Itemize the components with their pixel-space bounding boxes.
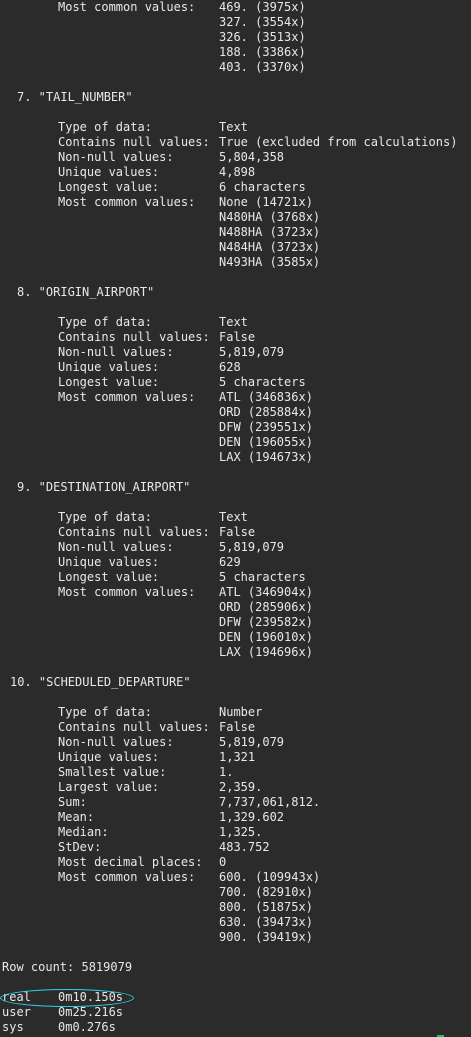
section-heading-destination-airport: 9. "DESTINATION_AIRPORT" — [17, 480, 191, 494]
sched-unique-value: 1,321 — [219, 750, 256, 764]
sched-mean-label: Mean: — [58, 810, 95, 824]
origin-unique-label: Unique values: — [58, 360, 160, 374]
tail-unique-value: 4,898 — [219, 165, 256, 179]
timing-user-label: user — [2, 1005, 31, 1019]
sched-stdev-value: 483.752 — [219, 840, 270, 854]
origin-longest-label: Longest value: — [58, 375, 160, 389]
origin-common-value-4: DEN (196055x) — [219, 435, 313, 449]
origin-type-value: Text — [219, 315, 248, 329]
sched-mean-value: 1,329.602 — [219, 810, 285, 824]
sched-decimal-label: Most decimal places: — [58, 855, 203, 869]
dest-common-label: Most common values: — [58, 585, 196, 599]
dest-unique-label: Unique values: — [58, 555, 160, 569]
tail-longest-value: 6 characters — [219, 180, 306, 194]
tail-null-value: True (excluded from calculations) — [219, 135, 458, 149]
dest-null-value: False — [219, 525, 256, 539]
header-value-3: 326. (3513x) — [219, 30, 306, 44]
sched-null-value: False — [219, 720, 256, 734]
dest-common-value-1: ATL (346904x) — [219, 585, 313, 599]
dest-type-label: Type of data: — [58, 510, 152, 524]
dest-type-value: Text — [219, 510, 248, 524]
sched-median-value: 1,325. — [219, 825, 263, 839]
timing-user-value: 0m25.216s — [58, 1005, 124, 1019]
origin-null-label: Contains null values: — [58, 330, 210, 344]
dest-nonnull-value: 5,819,079 — [219, 540, 285, 554]
dest-longest-value: 5 characters — [219, 570, 306, 584]
sched-largest-value: 2,359. — [219, 780, 263, 794]
dest-unique-value: 629 — [219, 555, 241, 569]
header-most-common-label: Most common values: — [58, 0, 196, 14]
row-count: Row count: 5819079 — [2, 960, 133, 974]
section-heading-origin-airport: 8. "ORIGIN_AIRPORT" — [17, 285, 155, 299]
sched-sum-label: Sum: — [58, 795, 87, 809]
sched-unique-label: Unique values: — [58, 750, 160, 764]
terminal-window[interactable]: Most common values: 469. (3975x) 327. (3… — [0, 0, 471, 1037]
tail-longest-label: Longest value: — [58, 180, 160, 194]
sched-common-value-2: 700. (82910x) — [219, 885, 313, 899]
section-heading-scheduled-departure: 10. "SCHEDULED_DEPARTURE" — [10, 675, 191, 689]
tail-common-value-5: N493HA (3585x) — [219, 255, 321, 269]
tail-common-value-3: N488HA (3723x) — [219, 225, 321, 239]
sched-decimal-value: 0 — [219, 855, 227, 869]
sched-nonnull-label: Non-null values: — [58, 735, 174, 749]
timing-real-value: 0m10.150s — [58, 990, 124, 1004]
dest-common-value-5: LAX (194696x) — [219, 645, 313, 659]
header-value-1: 469. (3975x) — [219, 0, 306, 14]
timing-real-label: real — [2, 990, 31, 1004]
origin-nonnull-label: Non-null values: — [58, 345, 174, 359]
dest-nonnull-label: Non-null values: — [58, 540, 174, 554]
origin-common-label: Most common values: — [58, 390, 196, 404]
tail-common-value-4: N484HA (3723x) — [219, 240, 321, 254]
sched-largest-label: Largest value: — [58, 780, 160, 794]
sched-common-value-4: 630. (39473x) — [219, 915, 313, 929]
tail-unique-label: Unique values: — [58, 165, 160, 179]
section-heading-tail-number: 7. "TAIL_NUMBER" — [17, 90, 133, 104]
header-value-2: 327. (3554x) — [219, 15, 306, 29]
dest-common-value-4: DEN (196010x) — [219, 630, 313, 644]
dest-null-label: Contains null values: — [58, 525, 210, 539]
sched-type-label: Type of data: — [58, 705, 152, 719]
sched-sum-value: 7,737,061,812. — [219, 795, 321, 809]
tail-nonnull-label: Non-null values: — [58, 150, 174, 164]
dest-longest-label: Longest value: — [58, 570, 160, 584]
sched-smallest-value: 1. — [219, 765, 234, 779]
sched-null-label: Contains null values: — [58, 720, 210, 734]
tail-type-label: Type of data: — [58, 120, 152, 134]
tail-common-value-2: N480HA (3768x) — [219, 210, 321, 224]
tail-common-label: Most common values: — [58, 195, 196, 209]
origin-longest-value: 5 characters — [219, 375, 306, 389]
header-value-4: 188. (3386x) — [219, 45, 306, 59]
sched-common-value-5: 900. (39419x) — [219, 930, 313, 944]
sched-nonnull-value: 5,819,079 — [219, 735, 285, 749]
sched-common-value-3: 800. (51875x) — [219, 900, 313, 914]
tail-common-value-1: None (14721x) — [219, 195, 313, 209]
tail-nonnull-value: 5,804,358 — [219, 150, 285, 164]
sched-median-label: Median: — [58, 825, 109, 839]
origin-nonnull-value: 5,819,079 — [219, 345, 285, 359]
origin-common-value-3: DFW (239551x) — [219, 420, 313, 434]
sched-smallest-label: Smallest value: — [58, 765, 167, 779]
timing-sys-value: 0m0.276s — [58, 1020, 116, 1034]
header-value-5: 403. (3370x) — [219, 60, 306, 74]
origin-unique-value: 628 — [219, 360, 241, 374]
sched-common-label: Most common values: — [58, 870, 196, 884]
dest-common-value-2: ORD (285906x) — [219, 600, 313, 614]
tail-type-value: Text — [219, 120, 248, 134]
origin-common-value-1: ATL (346836x) — [219, 390, 313, 404]
tail-null-label: Contains null values: — [58, 135, 210, 149]
sched-type-value: Number — [219, 705, 263, 719]
sched-common-value-1: 600. (109943x) — [219, 870, 321, 884]
origin-type-label: Type of data: — [58, 315, 152, 329]
origin-null-value: False — [219, 330, 256, 344]
origin-common-value-5: LAX (194673x) — [219, 450, 313, 464]
timing-sys-label: sys — [2, 1020, 24, 1034]
dest-common-value-3: DFW (239582x) — [219, 615, 313, 629]
origin-common-value-2: ORD (285884x) — [219, 405, 313, 419]
sched-stdev-label: StDev: — [58, 840, 102, 854]
